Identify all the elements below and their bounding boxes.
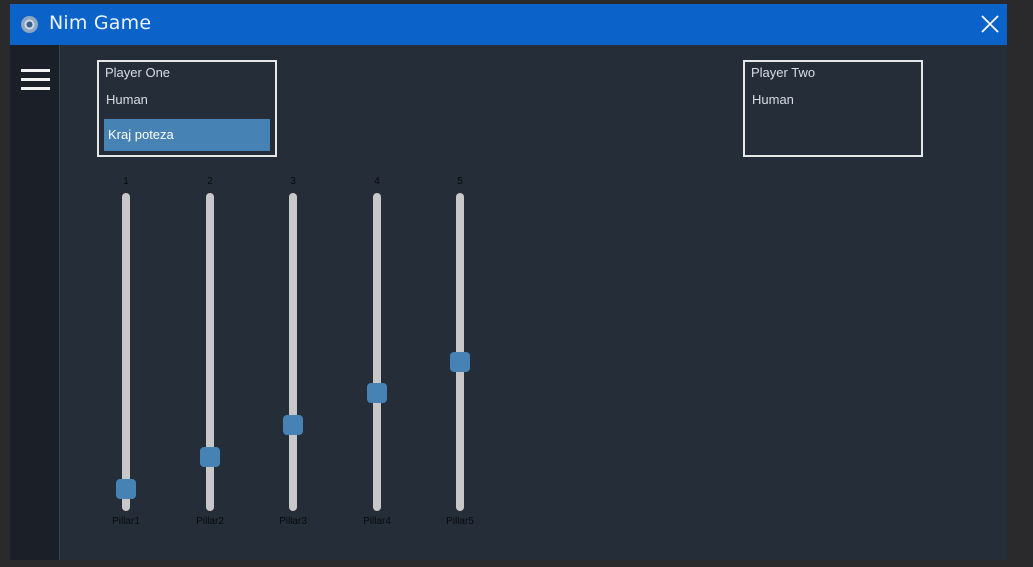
menu-line [21,69,50,72]
nim-game-window: Nim Game Player One Human Kraj poteza Pl… [10,4,1007,560]
player-one-type: Human [106,92,148,107]
pillar-label: Pillar5 [446,516,474,527]
pillar-slider-thumb[interactable] [367,383,387,404]
pillar-slider-track[interactable] [289,193,297,511]
player-two-panel: Player Two Human [743,60,923,157]
pillar-slider-thumb[interactable] [116,478,136,499]
player-two-name: Player Two [751,65,816,80]
nim-app-icon [21,16,38,33]
pillar-label: Pillar1 [112,516,140,527]
end-turn-button[interactable]: Kraj poteza [104,119,270,151]
hamburger-menu-icon[interactable] [21,69,50,91]
pillar-5: 5 Pillar5 [445,174,475,534]
player-one-panel: Player One Human Kraj poteza [97,60,277,157]
pillar-2: 2 Pillar2 [195,174,225,534]
pillar-slider-track[interactable] [373,193,381,511]
pillar-label: Pillar3 [279,516,307,527]
pillar-1: 1 Pillar1 [111,174,141,534]
pillar-slider-track[interactable] [122,193,130,511]
pillar-number: 5 [457,176,463,187]
pillar-label: Pillar4 [363,516,391,527]
close-button[interactable] [976,10,1004,38]
pillar-number: 1 [123,176,129,187]
title-bar: Nim Game [10,4,1007,45]
pillar-slider-thumb[interactable] [200,446,220,467]
pillar-3: 3 Pillar3 [278,174,308,534]
player-one-name: Player One [105,65,171,80]
pillar-slider-thumb[interactable] [450,351,470,372]
menu-line [21,78,50,81]
menu-line [21,87,50,90]
window-title: Nim Game [49,12,152,34]
pillar-label: Pillar2 [196,516,224,527]
pillar-number: 4 [374,176,380,187]
player-two-type: Human [752,92,794,107]
pillar-number: 2 [207,176,213,187]
sidebar [10,45,60,560]
pillar-slider-thumb[interactable] [283,415,303,436]
close-icon [981,15,999,33]
pillar-4: 4 Pillar4 [362,174,392,534]
pillar-number: 3 [290,176,296,187]
